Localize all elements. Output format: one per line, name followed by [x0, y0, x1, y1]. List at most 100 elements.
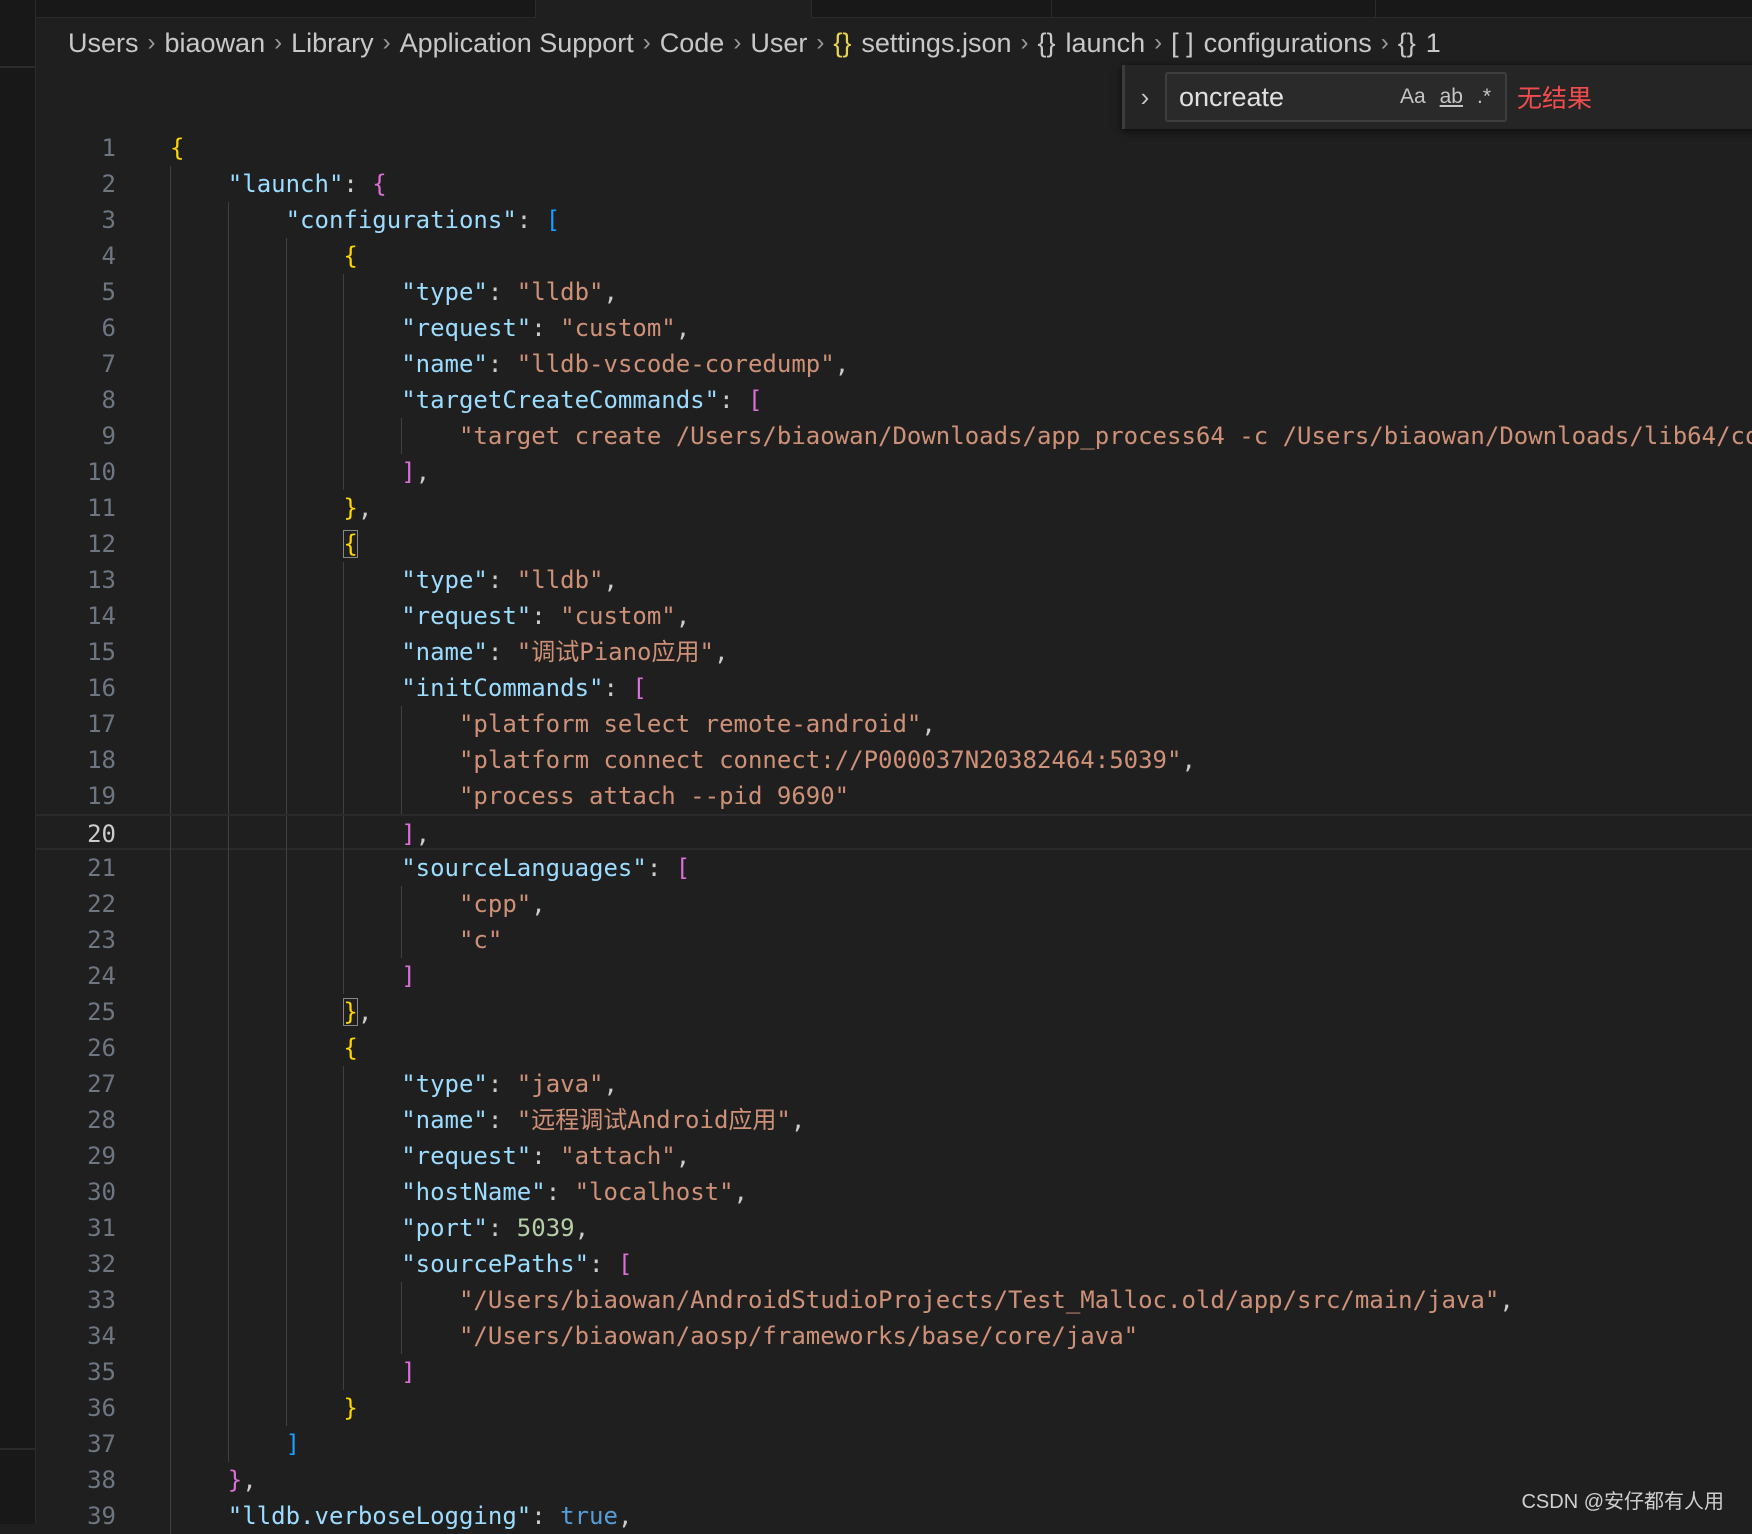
breadcrumb-separator-icon: ›: [642, 29, 651, 56]
line-number: 23: [87, 926, 116, 954]
find-input-value[interactable]: oncreate: [1179, 82, 1400, 113]
code-line[interactable]: 14 "request": "custom",: [36, 598, 1752, 634]
code-line[interactable]: 36 }: [36, 1390, 1752, 1426]
line-number: 12: [87, 530, 116, 558]
code-content: "/Users/biaowan/AndroidStudioProjects/Te…: [170, 1282, 1514, 1318]
breadcrumb-item[interactable]: Code: [660, 28, 725, 59]
match-case-icon[interactable]: Aa: [1400, 85, 1426, 109]
code-line[interactable]: 11 },: [36, 490, 1752, 526]
code-line[interactable]: 16 "initCommands": [: [36, 670, 1752, 706]
code-line[interactable]: 20 ],: [36, 814, 1752, 852]
json-string: "远程调试Android应用": [516, 1106, 791, 1134]
code-line[interactable]: 38 },: [36, 1462, 1752, 1498]
code-line[interactable]: 26 {: [36, 1030, 1752, 1066]
json-key: "launch": [227, 170, 344, 198]
breadcrumb-item[interactable]: {} 1: [1398, 28, 1441, 59]
breadcrumb-item[interactable]: Users: [68, 28, 139, 59]
toggle-replace-chevron-icon[interactable]: ›: [1125, 82, 1165, 113]
regex-icon[interactable]: .*: [1477, 85, 1491, 109]
code-line[interactable]: 29 "request": "attach",: [36, 1138, 1752, 1174]
code-line[interactable]: 21 "sourceLanguages": [: [36, 850, 1752, 886]
code-line[interactable]: 13 "type": "lldb",: [36, 562, 1752, 598]
code-line[interactable]: 37 ]: [36, 1426, 1752, 1462]
json-key: "port": [401, 1214, 488, 1242]
breadcrumb-item[interactable]: User: [750, 28, 807, 59]
breadcrumb-label: User: [750, 27, 808, 58]
code-content: "configurations": [: [170, 202, 561, 238]
code-line[interactable]: 5 "type": "lldb",: [36, 274, 1752, 310]
breadcrumb-item[interactable]: Application Support: [400, 28, 634, 59]
code-editor[interactable]: 1{2 "launch": {3 "configurations": [4 {5…: [36, 130, 1752, 1534]
breadcrumb-item[interactable]: [ ] configurations: [1171, 28, 1372, 59]
json-string: "/Users/biaowan/aosp/frameworks/base/cor…: [458, 1322, 1139, 1350]
line-number: 31: [87, 1214, 116, 1242]
breadcrumb-item[interactable]: Library: [291, 28, 374, 59]
code-line[interactable]: 23 "c": [36, 922, 1752, 958]
code-line[interactable]: 10 ],: [36, 454, 1752, 490]
code-line[interactable]: 30 "hostName": "localhost",: [36, 1174, 1752, 1210]
punctuation: :: [487, 350, 517, 378]
code-line[interactable]: 17 "platform select remote-android",: [36, 706, 1752, 742]
bracket: }: [227, 1466, 243, 1494]
code-line[interactable]: 4 {: [36, 238, 1752, 274]
code-line[interactable]: 22 "cpp",: [36, 886, 1752, 922]
json-string: "localhost": [574, 1178, 734, 1206]
code-line[interactable]: 35 ]: [36, 1354, 1752, 1390]
code-line[interactable]: 39 "lldb.verboseLogging": true,: [36, 1498, 1752, 1534]
json-string: "attach": [560, 1142, 676, 1170]
json-string: "cpp": [458, 890, 532, 918]
line-number: 5: [101, 278, 116, 306]
code-line[interactable]: 9 "target create /Users/biaowan/Download…: [36, 418, 1752, 454]
bracket: [: [617, 1250, 633, 1278]
punctuation: :: [487, 1214, 517, 1242]
code-line[interactable]: 18 "platform connect connect://P000037N2…: [36, 742, 1752, 778]
bracket: ]: [401, 820, 416, 848]
code-line[interactable]: 25 },: [36, 994, 1752, 1030]
code-line[interactable]: 6 "request": "custom",: [36, 310, 1752, 346]
line-number: 16: [87, 674, 116, 702]
code-line[interactable]: 31 "port": 5039,: [36, 1210, 1752, 1246]
code-line[interactable]: 1{: [36, 130, 1752, 166]
json-key: "request": [401, 602, 532, 630]
code-line[interactable]: 12 {: [36, 526, 1752, 562]
code-content: {: [170, 238, 357, 274]
punctuation: :: [487, 278, 517, 306]
json-boolean: true: [560, 1502, 618, 1530]
code-line[interactable]: 8 "targetCreateCommands": [: [36, 382, 1752, 418]
editor-tab-active[interactable]: [536, 0, 812, 18]
code-line[interactable]: 15 "name": "调试Piano应用",: [36, 634, 1752, 670]
code-line[interactable]: 33 "/Users/biaowan/AndroidStudioProjects…: [36, 1282, 1752, 1318]
code-line[interactable]: 7 "name": "lldb-vscode-coredump",: [36, 346, 1752, 382]
code-line[interactable]: 3 "configurations": [: [36, 202, 1752, 238]
breadcrumb-item[interactable]: {} settings.json: [833, 28, 1011, 59]
line-number: 36: [87, 1394, 116, 1422]
editor-tab[interactable]: [1052, 0, 1376, 18]
code-line[interactable]: 2 "launch": {: [36, 166, 1752, 202]
code-line[interactable]: 34 "/Users/biaowan/aosp/frameworks/base/…: [36, 1318, 1752, 1354]
code-line[interactable]: 28 "name": "远程调试Android应用",: [36, 1102, 1752, 1138]
breadcrumb-separator-icon: ›: [733, 29, 742, 56]
editor-tab[interactable]: [36, 0, 536, 18]
whole-word-icon[interactable]: ab: [1440, 85, 1463, 109]
code-content: "launch": {: [170, 166, 387, 202]
punctuation: :: [343, 170, 373, 198]
code-line[interactable]: 24 ]: [36, 958, 1752, 994]
line-number: 18: [87, 746, 116, 774]
find-input[interactable]: oncreate Aa ab .*: [1165, 72, 1507, 122]
code-line[interactable]: 32 "sourcePaths": [: [36, 1246, 1752, 1282]
breadcrumb-item[interactable]: {} launch: [1037, 28, 1145, 59]
breadcrumb-item[interactable]: biaowan: [165, 28, 266, 59]
json-string: "custom": [560, 602, 676, 630]
bracket: [: [747, 386, 763, 414]
code-line[interactable]: 19 "process attach --pid 9690": [36, 778, 1752, 814]
object-icon: {}: [1037, 27, 1056, 58]
editor-tab[interactable]: [812, 0, 1052, 18]
code-content: "request": "custom",: [170, 598, 690, 634]
code-line[interactable]: 27 "type": "java",: [36, 1066, 1752, 1102]
line-number: 14: [87, 602, 116, 630]
